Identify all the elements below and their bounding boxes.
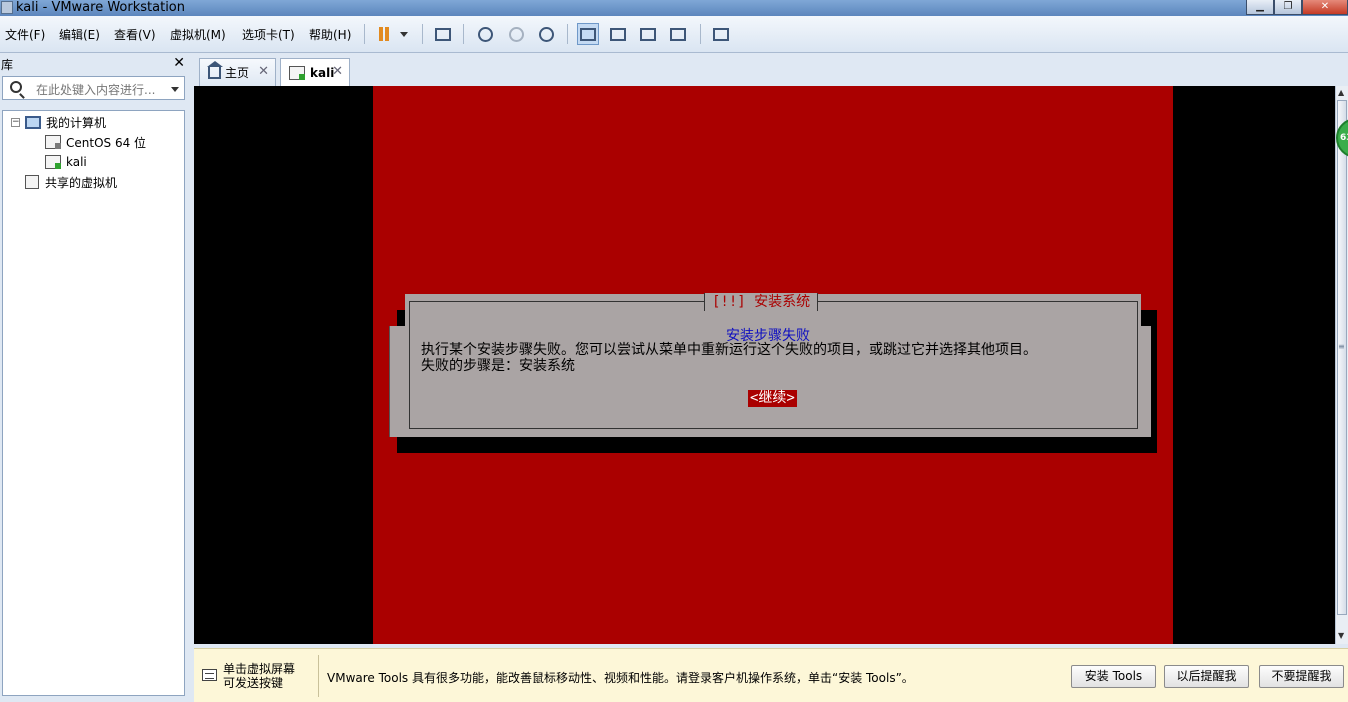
install-tools-button[interactable]: 安装 Tools — [1071, 665, 1156, 688]
vmware-tools-notification: 单击虚拟屏幕 可发送按键 VMware Tools 具有很多功能，能改善鼠标移动… — [194, 648, 1348, 702]
unity-icon — [670, 27, 686, 41]
vm-running-icon — [289, 65, 305, 80]
dialog-message-line-2: 失败的步骤是：安装系统 — [421, 358, 575, 374]
revert-snapshot-button[interactable] — [505, 23, 527, 45]
vm-running-icon — [45, 155, 61, 169]
unity-button[interactable] — [667, 23, 689, 45]
tree-item-centos[interactable]: CentOS 64 位 — [45, 133, 146, 151]
chevron-down-icon[interactable] — [171, 87, 179, 92]
fullscreen-icon — [640, 27, 656, 41]
minimize-button[interactable]: ▁ — [1246, 0, 1274, 15]
window-title: kali - VMware Workstation — [16, 0, 185, 15]
tree-item-label: kali — [66, 155, 87, 169]
never-remind-button[interactable]: 不要提醒我 — [1259, 665, 1344, 688]
tab-close-icon[interactable]: ✕ — [332, 64, 343, 79]
snapshot-manager-icon — [538, 26, 554, 42]
scroll-down-icon[interactable]: ▼ — [1338, 631, 1344, 640]
home-icon — [207, 60, 223, 79]
dialog-message-line-1: 执行某个安装步骤失败。您可以尝试从菜单中重新运行这个失败的项目，或跳过它并选择其… — [421, 342, 1037, 358]
computer-icon — [25, 115, 41, 129]
tab-home[interactable]: 主页 ✕ — [199, 58, 276, 86]
pause-icon — [379, 27, 383, 41]
snapshot-manager-button[interactable] — [535, 23, 557, 45]
tab-label: 主页 — [225, 66, 250, 80]
menu-toolbar: 文件(F) 编辑(E) 查看(V) 虚拟机(M) 选项卡(T) 帮助(H) — [0, 16, 1348, 53]
tree-item-label: 我的计算机 — [46, 115, 107, 130]
menu-file[interactable]: 文件(F) — [5, 26, 45, 43]
power-dropdown[interactable] — [396, 23, 412, 45]
toolbar-separator — [364, 24, 365, 44]
toolbar-separator — [463, 24, 464, 44]
library-title: 库 — [1, 58, 14, 72]
toolbar-separator — [422, 24, 423, 44]
tree-item-shared-vms[interactable]: 共享的虚拟机 — [25, 173, 117, 191]
tab-label: kali — [310, 65, 335, 80]
library-search-input[interactable]: 在此处键入内容进行... — [2, 76, 185, 100]
vm-icon — [45, 135, 61, 149]
tab-close-icon[interactable]: ✕ — [258, 64, 269, 79]
grip-icon: ≡ — [1338, 342, 1345, 351]
remind-later-button[interactable]: 以后提醒我 — [1164, 665, 1249, 688]
chevron-down-icon — [400, 31, 408, 37]
library-close-icon[interactable]: ✕ — [173, 55, 185, 71]
library-view-icon — [580, 27, 596, 41]
keyboard-icon — [435, 27, 451, 41]
console-scrollbar[interactable]: ▲ ≡ ▼ — [1335, 86, 1348, 644]
dialog-message: 执行某个安装步骤失败。您可以尝试从菜单中重新运行这个失败的项目，或跳过它并选择其… — [421, 342, 1133, 374]
full-screen-button[interactable] — [637, 23, 659, 45]
search-icon — [10, 81, 22, 93]
pause-button[interactable] — [373, 23, 395, 45]
search-placeholder: 在此处键入内容进行... — [36, 83, 156, 97]
toolbar-separator — [700, 24, 701, 44]
close-button[interactable]: ✕ — [1302, 0, 1348, 15]
keyboard-icon — [202, 669, 217, 681]
console-view-icon — [713, 27, 729, 41]
toolbar-separator — [567, 24, 568, 44]
title-bar: kali - VMware Workstation ▁ ❐ ✕ — [0, 0, 1348, 16]
thumbnail-icon — [610, 27, 626, 41]
menu-edit[interactable]: 编辑(E) — [59, 26, 100, 43]
menu-help[interactable]: 帮助(H) — [309, 26, 351, 43]
library-header: 库 ✕ — [0, 54, 190, 74]
hint-line-2: 可发送按键 — [223, 676, 284, 690]
library-tree: − 我的计算机 CentOS 64 位 kali 共享的虚拟机 — [2, 110, 185, 696]
tree-item-label: 共享的虚拟机 — [45, 175, 118, 190]
revert-snapshot-icon — [508, 26, 524, 42]
show-library-button[interactable] — [577, 23, 599, 45]
collapse-toggle-icon[interactable]: − — [11, 118, 20, 127]
dialog-title: [!!] 安装系统 — [704, 293, 819, 311]
scroll-up-icon[interactable]: ▲ — [1338, 88, 1344, 97]
tab-bar: 主页 ✕ kali ✕ — [194, 54, 1348, 86]
console-view-button[interactable] — [710, 23, 732, 45]
vmware-app-icon — [1, 1, 13, 14]
snapshot-icon — [477, 26, 493, 42]
tab-kali[interactable]: kali ✕ — [280, 58, 350, 86]
hint-line-1: 单击虚拟屏幕 — [223, 662, 296, 676]
take-snapshot-button[interactable] — [474, 23, 496, 45]
thumbnail-bar-button[interactable] — [607, 23, 629, 45]
menu-view[interactable]: 查看(V) — [114, 26, 156, 43]
pause-icon-bar — [385, 27, 389, 41]
menu-tabs[interactable]: 选项卡(T) — [242, 26, 295, 43]
maximize-button[interactable]: ❐ — [1274, 0, 1302, 15]
scrollbar-thumb[interactable] — [1337, 100, 1347, 615]
tree-item-kali[interactable]: kali — [45, 153, 87, 171]
notification-divider — [318, 655, 319, 697]
window-controls: ▁ ❐ ✕ — [1246, 0, 1348, 16]
menu-vm[interactable]: 虚拟机(M) — [170, 26, 226, 43]
tree-item-label: CentOS 64 位 — [66, 135, 147, 150]
notification-message: VMware Tools 具有很多功能，能改善鼠标移动性、视频和性能。请登录客户… — [327, 671, 914, 685]
shared-vm-icon — [25, 175, 39, 189]
click-screen-hint: 单击虚拟屏幕 可发送按键 — [223, 662, 295, 690]
tree-item-my-computer[interactable]: 我的计算机 — [25, 113, 106, 131]
send-ctrl-alt-del-button[interactable] — [432, 23, 454, 45]
continue-button[interactable]: <继续> — [748, 390, 797, 407]
